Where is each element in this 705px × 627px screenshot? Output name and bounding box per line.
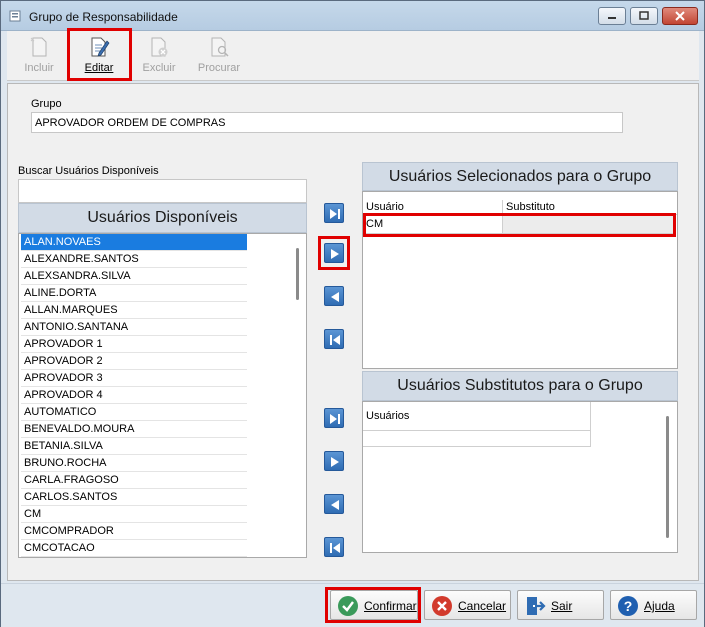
bottom-bar: Confirmar Cancelar Sair ? Ajuda (1, 583, 704, 627)
substitutes-scrollbar[interactable] (659, 402, 677, 552)
selected-header: Usuários Selecionados para o Grupo (362, 162, 678, 191)
ajuda-label: Ajuda (644, 599, 675, 613)
available-list-item[interactable]: CM (21, 506, 247, 523)
available-list-item[interactable]: AUTOMATICO (21, 404, 247, 421)
search-label: Buscar Usuários Disponíveis (18, 165, 159, 177)
maximize-button[interactable] (630, 7, 658, 25)
substitutes-grid[interactable]: Usuários (362, 401, 678, 553)
sair-button[interactable]: Sair (517, 590, 604, 620)
group-field[interactable]: APROVADOR ORDEM DE COMPRAS (31, 112, 623, 133)
cancel-icon (432, 596, 452, 616)
available-list-item[interactable]: CMCOTACAO (21, 540, 247, 557)
available-scroll-thumb[interactable] (296, 248, 299, 300)
excluir-label: Excluir (142, 62, 176, 74)
cancelar-button[interactable]: Cancelar (424, 590, 511, 620)
close-icon (675, 11, 685, 21)
svg-text:?: ? (624, 598, 633, 614)
available-list-item[interactable]: APROVADOR 4 (21, 387, 247, 404)
minimize-button[interactable] (598, 7, 626, 25)
remove-button[interactable] (324, 286, 344, 306)
available-list-item[interactable]: APROVADOR 2 (21, 353, 247, 370)
maximize-icon (639, 11, 649, 20)
window-title: Grupo de Responsabilidade (29, 10, 178, 24)
incluir-button[interactable]: Incluir (11, 33, 67, 77)
available-list-item[interactable]: BETANIA.SILVA (21, 438, 247, 455)
main-panel: Grupo APROVADOR ORDEM DE COMPRAS Buscar … (7, 83, 699, 581)
cancelar-label: Cancelar (458, 599, 507, 613)
incluir-label: Incluir (24, 62, 54, 74)
group-label: Grupo (31, 98, 62, 110)
available-list-item[interactable]: APROVADOR 3 (21, 370, 247, 387)
procurar-label: Procurar (197, 62, 241, 74)
title-bar: Grupo de Responsabilidade (1, 1, 704, 31)
available-list-item[interactable]: CARLOS.SANTOS (21, 489, 247, 506)
last-icon (330, 414, 340, 424)
play-left-icon (331, 500, 339, 510)
available-list-item[interactable]: ALLAN.MARQUES (21, 302, 247, 319)
add-all-button[interactable] (324, 203, 344, 223)
remove-all-button[interactable] (324, 329, 344, 349)
available-list-item[interactable]: ALAN.NOVAES (21, 234, 247, 251)
sub-add-button[interactable] (324, 451, 344, 471)
available-header: Usuários Disponíveis (18, 203, 307, 233)
highlight-selected-row (363, 213, 676, 237)
group-value: APROVADOR ORDEM DE COMPRAS (35, 117, 226, 129)
available-list-item[interactable]: BRUNO.ROCHA (21, 455, 247, 472)
excluir-button[interactable]: Excluir (131, 33, 187, 77)
sub-add-all-button[interactable] (324, 408, 344, 428)
first-icon (330, 543, 340, 553)
app-icon (9, 10, 21, 22)
substitutes-header: Usuários Substitutos para o Grupo (362, 371, 678, 401)
delete-document-icon (151, 37, 168, 57)
ajuda-button[interactable]: ? Ajuda (610, 590, 697, 620)
first-icon (330, 335, 340, 345)
play-right-icon (331, 457, 339, 467)
available-list-item[interactable]: ALEXSANDRA.SILVA (21, 268, 247, 285)
last-icon (330, 209, 340, 219)
new-document-icon (30, 37, 47, 57)
available-scrollbar[interactable] (290, 234, 306, 557)
search-input[interactable] (18, 179, 307, 203)
available-list-item[interactable]: ALINE.DORTA (21, 285, 247, 302)
search-document-icon (211, 37, 229, 57)
available-list-item[interactable]: CMCOMPRADOR (21, 523, 247, 540)
highlight-editar (67, 28, 132, 81)
highlight-confirmar (325, 587, 421, 623)
sub-remove-button[interactable] (324, 494, 344, 514)
available-list-item[interactable]: APROVADOR 1 (21, 336, 247, 353)
close-button[interactable] (662, 7, 698, 25)
minimize-icon (608, 17, 616, 19)
substitutes-scroll-thumb[interactable] (666, 416, 669, 538)
highlight-add (318, 236, 350, 270)
available-list-item[interactable]: CARLA.FRAGOSO (21, 472, 247, 489)
available-list-item[interactable]: BENEVALDO.MOURA (21, 421, 247, 438)
available-list-item[interactable]: ANTONIO.SANTANA (21, 319, 247, 336)
col-usuarios-header[interactable]: Usuários (363, 402, 591, 431)
available-list-item[interactable]: ALEXANDRE.SANTOS (21, 251, 247, 268)
sub-remove-all-button[interactable] (324, 537, 344, 557)
exit-door-icon (527, 597, 546, 615)
sair-label: Sair (551, 599, 573, 613)
procurar-button[interactable]: Procurar (191, 33, 247, 77)
substitutes-empty-row[interactable] (363, 431, 591, 447)
help-icon: ? (618, 596, 638, 616)
play-left-icon (331, 292, 339, 302)
app-window: Grupo de Responsabilidade Incluir Editar (0, 0, 705, 627)
available-list[interactable]: ALAN.NOVAES ALEXANDRE.SANTOS ALEXSANDRA.SI… (18, 233, 307, 558)
